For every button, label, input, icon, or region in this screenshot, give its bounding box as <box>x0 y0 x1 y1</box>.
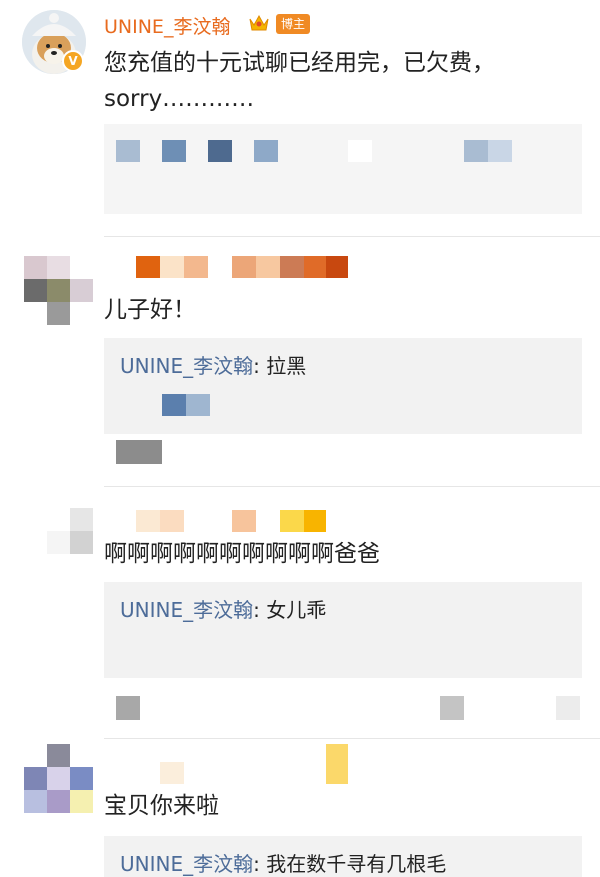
comment-divider <box>104 236 600 237</box>
reply-box[interactable]: UNINE_李汶翰: 我在数千寻有几根毛 <box>104 836 582 877</box>
mosaic-block <box>208 140 232 162</box>
reply-line: UNINE_李汶翰: 我在数千寻有几根毛 <box>120 848 446 877</box>
reply-box[interactable]: UNINE_李汶翰: 拉黑 <box>104 338 582 434</box>
mosaic-block <box>348 140 372 162</box>
blurred-action-icon[interactable] <box>116 440 162 464</box>
reply-separator: : <box>253 354 267 378</box>
blurred-action-icon[interactable] <box>556 696 580 720</box>
comment-text-line-1: 您充值的十元试聊已经用完，已欠费， <box>104 50 495 76</box>
reply-separator: : <box>253 852 267 876</box>
reply-box[interactable]: UNINE_李汶翰: 女儿乖 <box>104 582 582 678</box>
pixelated-avatar[interactable] <box>24 508 94 578</box>
blurred-username <box>136 510 326 532</box>
comment-text-line-2: sorry………… <box>104 86 255 112</box>
comment-2: 儿子好！ UNINE_李汶翰: 拉黑 <box>0 240 600 485</box>
mosaic-block <box>162 140 186 162</box>
reply-line: UNINE_李汶翰: 拉黑 <box>120 350 306 379</box>
mosaic-block <box>162 394 186 416</box>
mosaic-block <box>186 394 210 416</box>
comment-username[interactable]: UNINE_李汶翰 <box>104 12 230 39</box>
comment-1: V UNINE_李汶翰 博主 您充值的十元试聊已经用完，已欠费， sorry……… <box>0 0 600 235</box>
comment-text: 宝贝你来啦 <box>104 793 219 819</box>
comment-4: 宝贝你来啦 UNINE_李汶翰: 我在数千寻有几根毛 <box>0 740 600 877</box>
blurred-action-icon[interactable] <box>440 696 464 720</box>
host-badge: 博主 <box>276 14 311 34</box>
mosaic-block <box>464 140 488 162</box>
reply-line: UNINE_李汶翰: 女儿乖 <box>120 594 326 623</box>
comment-divider <box>104 486 600 487</box>
comment-3: 啊啊啊啊啊啊啊啊啊啊爸爸 UNINE_李汶翰: 女儿乖 <box>0 490 600 738</box>
mosaic-block <box>488 140 512 162</box>
blurred-action-icon[interactable] <box>116 696 140 720</box>
reply-separator: : <box>253 598 267 622</box>
reply-box-obscured <box>104 124 582 214</box>
comment-text: 儿子好！ <box>104 297 196 323</box>
reply-text: 我在数千寻有几根毛 <box>266 852 447 876</box>
reply-username[interactable]: UNINE_李汶翰 <box>120 354 253 378</box>
verified-v-icon: V <box>62 50 84 72</box>
comment-text: 啊啊啊啊啊啊啊啊啊啊爸爸 <box>104 541 380 567</box>
reply-text: 女儿乖 <box>266 598 327 622</box>
pixelated-avatar[interactable] <box>24 256 94 326</box>
blurred-username <box>136 744 348 784</box>
mosaic-block <box>254 140 278 162</box>
comment-divider <box>104 738 600 739</box>
reply-username[interactable]: UNINE_李汶翰 <box>120 598 253 622</box>
reply-text: 拉黑 <box>266 354 307 378</box>
mosaic-block <box>116 140 140 162</box>
crown-icon <box>248 13 270 33</box>
pixelated-avatar[interactable] <box>24 744 94 814</box>
reply-username[interactable]: UNINE_李汶翰 <box>120 852 253 876</box>
blurred-username <box>136 256 348 278</box>
